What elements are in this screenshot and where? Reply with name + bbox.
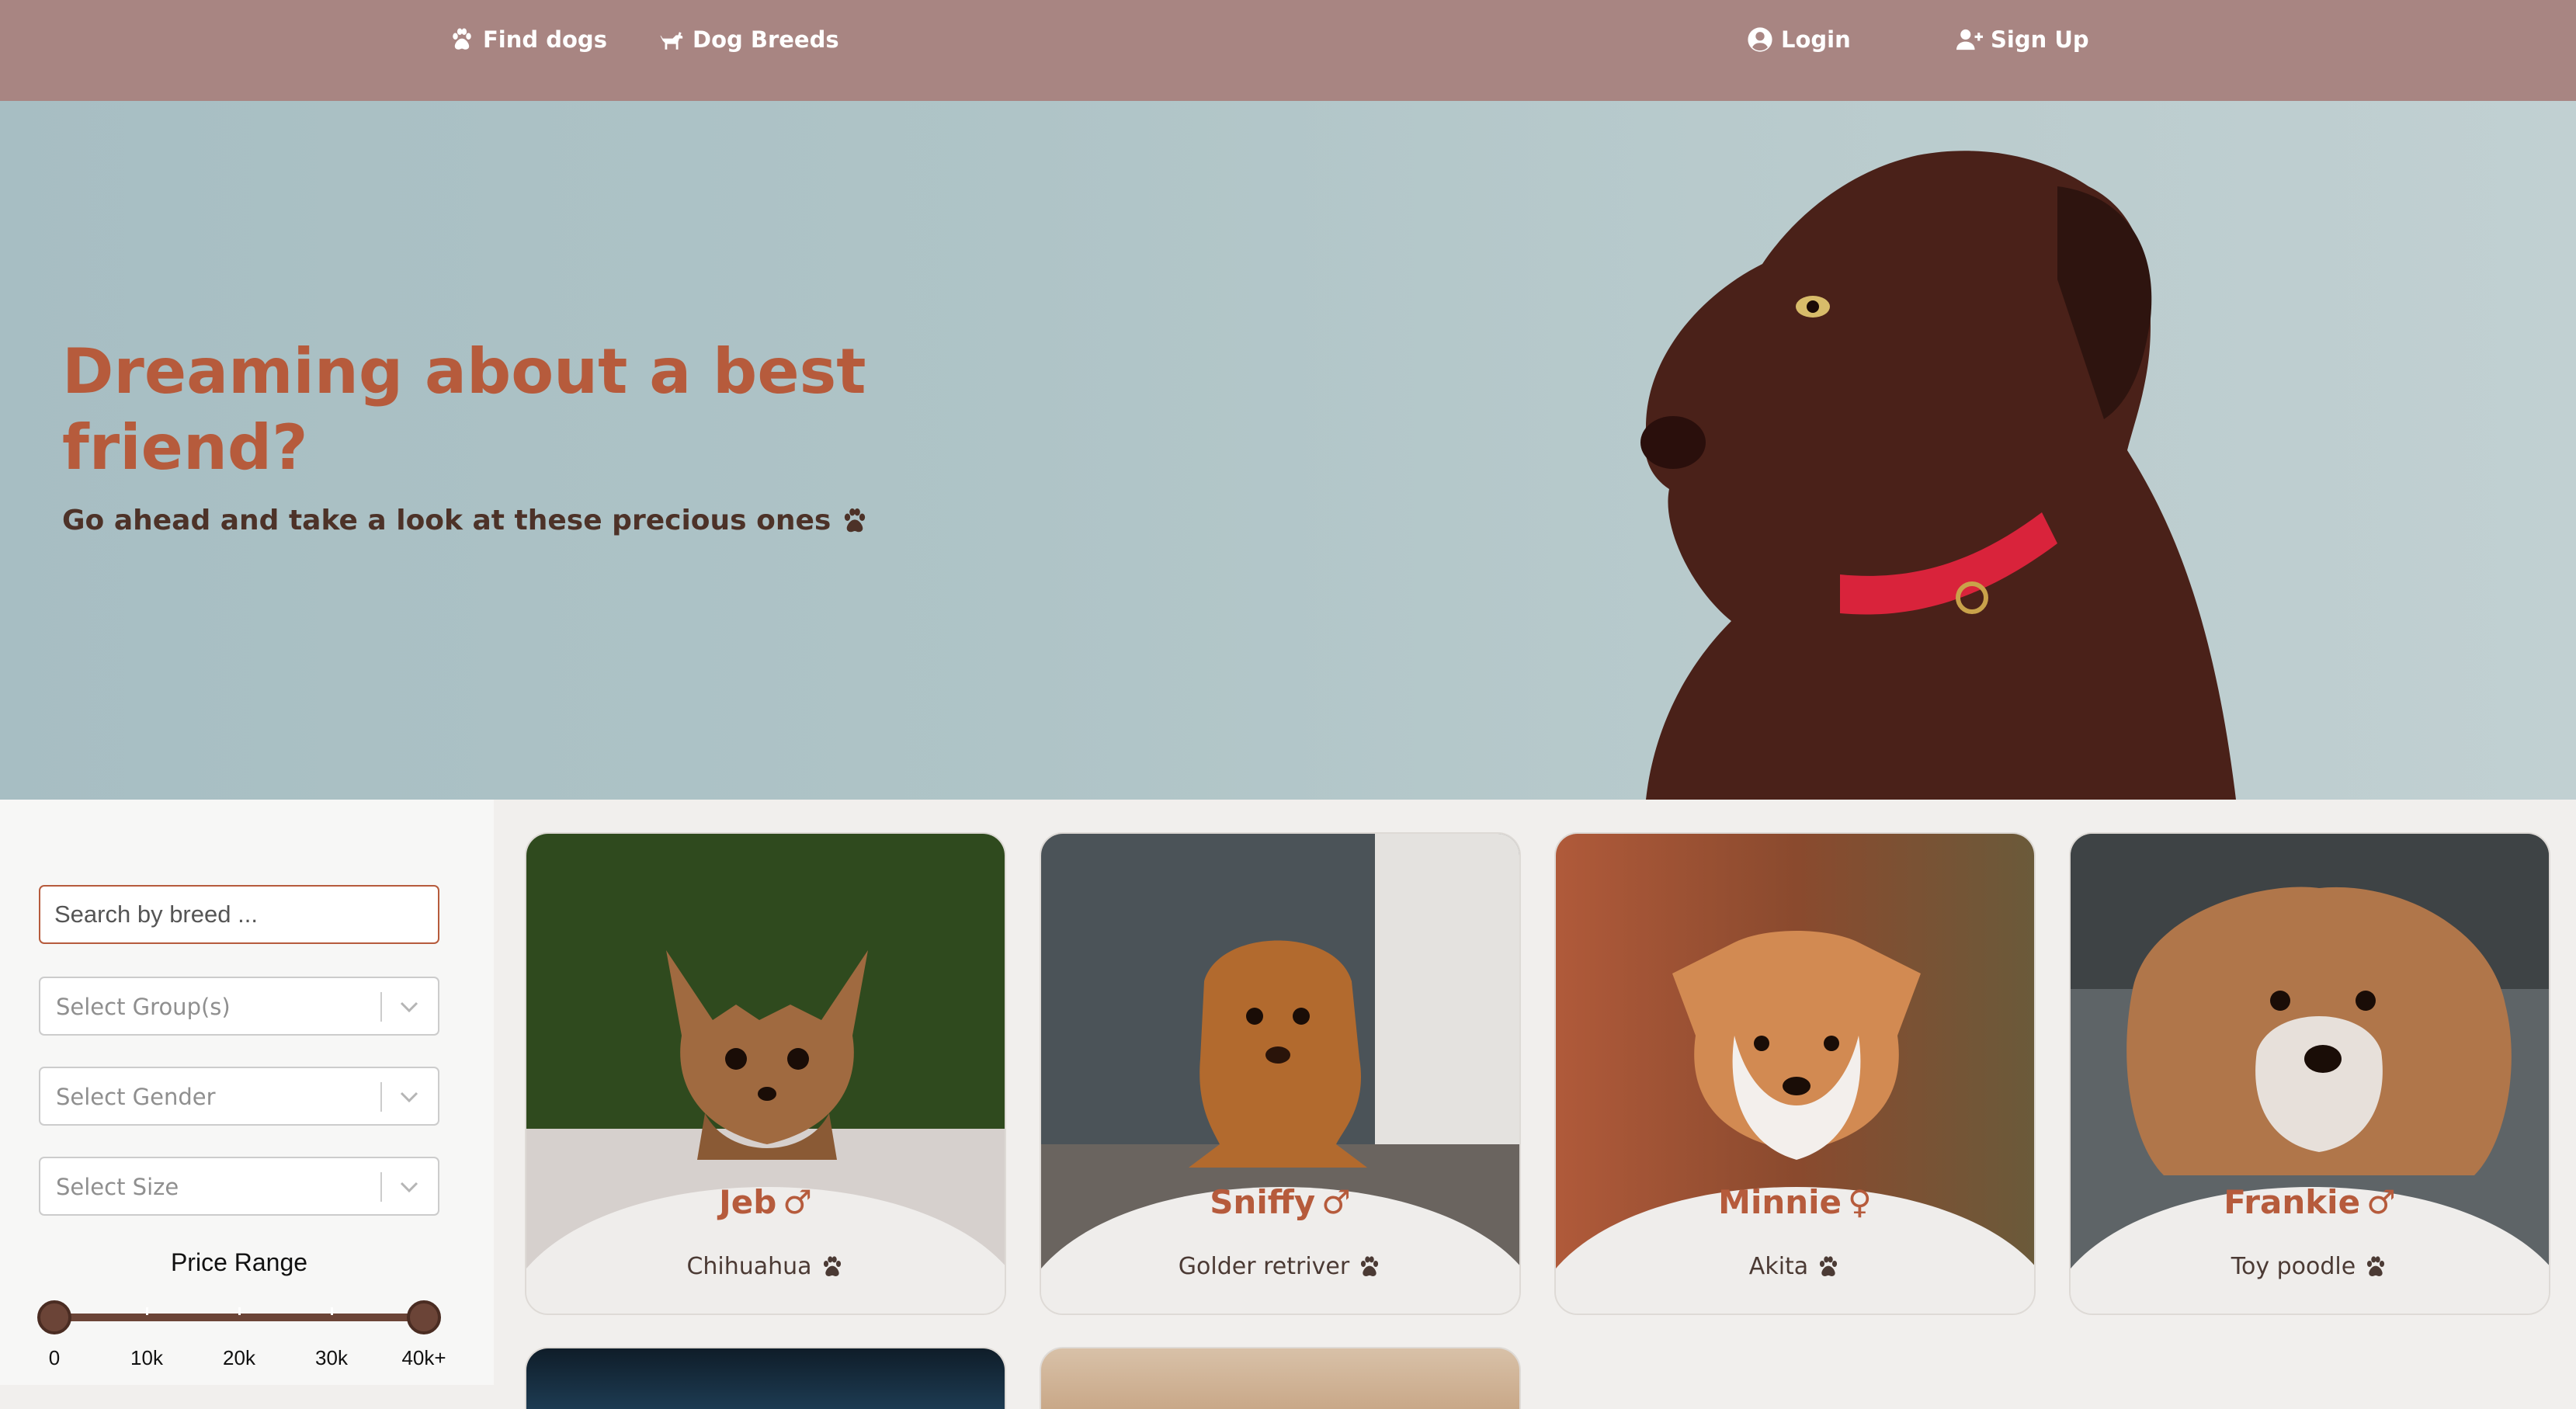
price-tick-label: 40k+ — [401, 1346, 446, 1369]
price-min-handle[interactable] — [37, 1300, 71, 1334]
hero-subtitle: Go ahead and take a look at these precio… — [62, 505, 870, 536]
filter-sidebar: Select Group(s) Select Gender Select Siz… — [0, 800, 494, 1385]
hero-subtitle-text: Go ahead and take a look at these precio… — [62, 505, 831, 536]
card-arc-background — [1041, 1187, 1519, 1314]
dog-card[interactable]: Minnie ♀ Akita — [1554, 832, 2036, 1315]
card-arc-background — [1556, 1187, 2034, 1314]
dog-name-text: Frankie — [2224, 1183, 2361, 1221]
dog-card[interactable]: Frankie ♂ Toy poodle — [2069, 832, 2550, 1315]
nav-find-dogs-label: Find dogs — [483, 26, 607, 53]
male-icon: ♂ — [1321, 1183, 1351, 1221]
dropdown-separator — [380, 992, 382, 1022]
dog-breed-text: Golder retriver — [1178, 1253, 1350, 1280]
card-arc-background — [2071, 1187, 2549, 1314]
user-circle-icon — [1748, 27, 1772, 52]
dog-card-partial[interactable] — [1040, 1347, 1521, 1409]
dog-breed-text: Akita — [1748, 1253, 1809, 1280]
nav-find-dogs[interactable]: Find dogs — [449, 22, 607, 57]
dog-breed: Akita — [1556, 1253, 2034, 1280]
nav-dog-breeds[interactable]: Dog Breeds — [658, 22, 839, 57]
dog-name: Minnie ♀ — [1556, 1183, 2034, 1221]
top-navbar: Find dogs Dog Breeds Login Sign Up — [0, 0, 2576, 101]
nav-login-label: Login — [1781, 26, 1851, 53]
paw-icon — [2363, 1255, 2388, 1279]
chevron-down-icon — [400, 1182, 418, 1193]
nav-dog-breeds-label: Dog Breeds — [693, 26, 839, 53]
user-plus-icon — [1956, 29, 1983, 50]
dog-icon — [660, 32, 683, 50]
dropdown-separator — [380, 1082, 382, 1112]
nav-login[interactable]: Login — [1747, 22, 1851, 57]
hero-banner: Dreaming about a best friend? Go ahead a… — [0, 101, 2576, 800]
hero-dog-image — [1640, 151, 2236, 800]
card-arc-background — [526, 1187, 1005, 1314]
dog-card[interactable]: Sniffy ♂ Golder retriver — [1040, 832, 1521, 1315]
dog-card-partial[interactable] — [525, 1347, 1006, 1409]
select-groups-dropdown[interactable]: Select Group(s) — [39, 977, 439, 1036]
paw-icon — [840, 506, 870, 536]
paw-icon — [820, 1255, 845, 1279]
dog-breed: Toy poodle — [2071, 1253, 2549, 1280]
price-tick-label: 10k — [130, 1346, 163, 1369]
female-icon: ♀ — [1848, 1183, 1872, 1221]
nav-sign-up[interactable]: Sign Up — [1956, 22, 2089, 57]
male-icon: ♂ — [783, 1183, 812, 1221]
select-size-placeholder: Select Size — [56, 1174, 179, 1200]
dog-name: Sniffy ♂ — [1041, 1183, 1519, 1221]
dog-name-text: Sniffy — [1210, 1183, 1316, 1221]
dog-breed: Chihuahua — [526, 1253, 1005, 1280]
price-tick-label: 0 — [48, 1346, 61, 1369]
dog-card[interactable]: Jeb ♂ Chihuahua — [525, 832, 1006, 1315]
dog-breed-text: Toy poodle — [2231, 1253, 2356, 1280]
price-tick-label: 30k — [315, 1346, 348, 1369]
price-max-handle[interactable] — [407, 1300, 441, 1334]
dropdown-separator — [380, 1172, 382, 1202]
hero-title: Dreaming about a best friend? — [62, 335, 866, 484]
select-size-dropdown[interactable]: Select Size — [39, 1157, 439, 1216]
slider-tick — [238, 1307, 241, 1315]
select-gender-placeholder: Select Gender — [56, 1084, 216, 1110]
dog-breed: Golder retriver — [1041, 1253, 1519, 1280]
slider-tick — [331, 1307, 333, 1315]
paw-icon — [449, 26, 475, 53]
paw-icon — [1816, 1255, 1841, 1279]
dog-name-text: Minnie — [1718, 1183, 1842, 1221]
paw-icon — [1357, 1255, 1382, 1279]
search-by-breed-input[interactable] — [39, 885, 439, 944]
dog-name-text: Jeb — [719, 1183, 777, 1221]
dog-breed-text: Chihuahua — [686, 1253, 812, 1280]
dog-name: Jeb ♂ — [526, 1183, 1005, 1221]
price-range-label: Price Range — [170, 1248, 308, 1276]
chevron-down-icon — [400, 1001, 418, 1013]
chevron-down-icon — [400, 1091, 418, 1103]
price-tick-label: 20k — [223, 1346, 255, 1369]
select-groups-placeholder: Select Group(s) — [56, 994, 231, 1020]
select-gender-dropdown[interactable]: Select Gender — [39, 1067, 439, 1126]
male-icon: ♂ — [2366, 1183, 2396, 1221]
slider-tick — [146, 1307, 148, 1315]
dog-card-grid: Jeb ♂ Chihuahua Sniffy ♂ Golder retriver — [494, 800, 2576, 1409]
nav-sign-up-label: Sign Up — [1991, 26, 2089, 53]
dog-name: Frankie ♂ — [2071, 1183, 2549, 1221]
